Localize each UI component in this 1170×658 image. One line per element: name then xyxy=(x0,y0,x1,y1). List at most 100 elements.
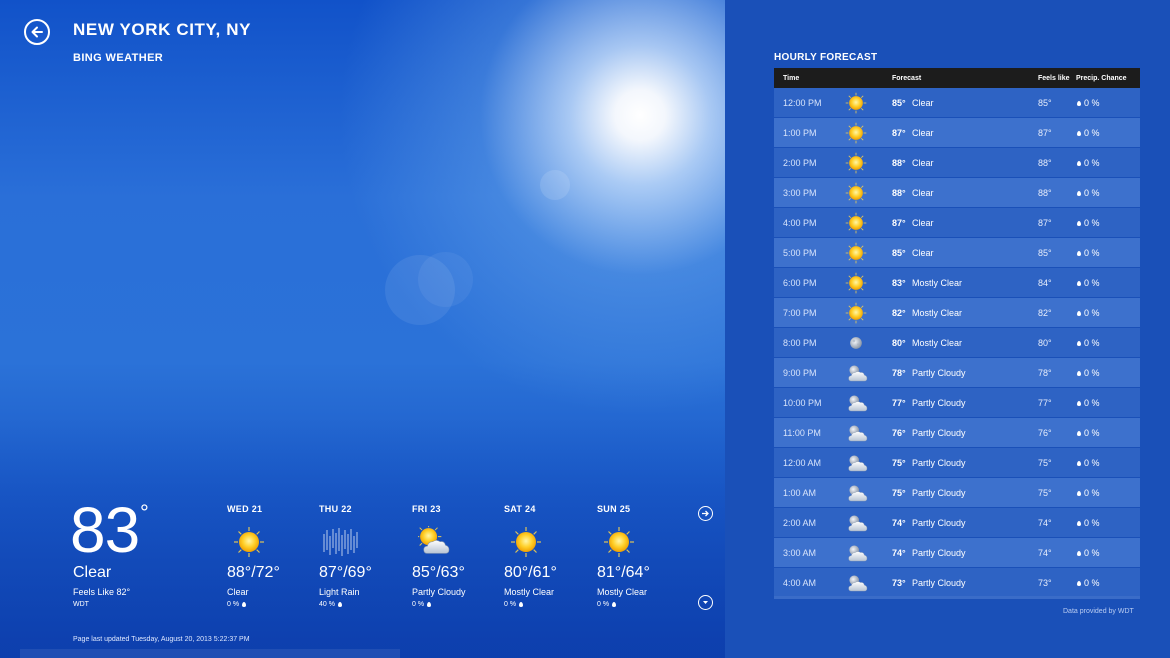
horizontal-scrollbar[interactable] xyxy=(20,649,400,658)
hour-temperature: 87° xyxy=(892,127,906,138)
hour-feels-like: 85° xyxy=(1038,247,1052,258)
hourly-row[interactable]: 6:00 PM 83° Mostly Clear 84° 0 % xyxy=(774,268,1140,298)
hour-time: 3:00 AM xyxy=(783,547,817,558)
city-title: NEW YORK CITY, NY xyxy=(73,20,252,39)
hour-condition: Clear xyxy=(912,187,934,198)
hour-time: 8:00 PM xyxy=(783,337,817,348)
day-temperature: 85°/63° xyxy=(412,564,465,581)
back-button[interactable] xyxy=(24,19,50,45)
hourly-row[interactable]: 9:00 PM 78° Partly Cloudy 78° 0 % xyxy=(774,358,1140,388)
hourly-row[interactable]: 10:00 PM 77° Partly Cloudy 77° 0 % xyxy=(774,388,1140,418)
raindrop-icon xyxy=(1077,370,1081,376)
hourly-row[interactable]: 1:00 AM 75° Partly Cloudy 75° 0 % xyxy=(774,478,1140,508)
day-name: THU 22 xyxy=(319,504,352,514)
hour-feels-like: 87° xyxy=(1038,217,1052,228)
raindrop-icon xyxy=(1077,400,1081,406)
raindrop-icon xyxy=(1077,340,1081,346)
day-precip: 0 % xyxy=(504,601,526,608)
day-condition: Mostly Clear xyxy=(504,587,555,597)
day-temperature: 88°/72° xyxy=(227,564,280,581)
daily-forecast-item[interactable]: FRI 23 85°/63° Partly Cloudy 0 % xyxy=(412,504,502,608)
hour-feels-like: 84° xyxy=(1038,277,1052,288)
night-cloud-icon xyxy=(845,572,869,594)
day-name: WED 21 xyxy=(227,504,263,514)
raindrop-icon xyxy=(1077,520,1081,526)
day-name: SUN 25 xyxy=(597,504,631,514)
last-updated-text: Page last updated Tuesday, August 20, 20… xyxy=(73,636,250,643)
hourly-row[interactable]: 2:00 PM 88° Clear 88° 0 % xyxy=(774,148,1140,178)
hour-feels-like: 88° xyxy=(1038,187,1052,198)
raindrop-icon xyxy=(1077,190,1081,196)
hourly-row[interactable]: 5:00 PM 85° Clear 85° 0 % xyxy=(774,238,1140,268)
raindrop-icon xyxy=(1077,130,1081,136)
hourly-row[interactable]: 7:00 PM 82° Mostly Clear 82° 0 % xyxy=(774,298,1140,328)
next-days-button[interactable] xyxy=(698,506,713,521)
hour-feels-like: 82° xyxy=(1038,307,1052,318)
hourly-scrollbar[interactable] xyxy=(774,596,1140,599)
hour-condition: Clear xyxy=(912,157,934,168)
chevron-down-icon xyxy=(703,601,708,604)
hourly-row[interactable]: 3:00 AM 74° Partly Cloudy 74° 0 % xyxy=(774,538,1140,568)
sun-icon xyxy=(845,181,867,204)
hour-time: 10:00 PM xyxy=(783,397,822,408)
hour-feels-like: 77° xyxy=(1038,397,1052,408)
raindrop-icon xyxy=(242,601,247,607)
hourly-row[interactable]: 12:00 AM 75° Partly Cloudy 75° 0 % xyxy=(774,448,1140,478)
hour-condition: Partly Cloudy xyxy=(912,427,966,438)
hour-precip: 0 % xyxy=(1076,488,1136,498)
day-temperature: 87°/69° xyxy=(319,564,372,581)
header-feels-like: Feels like xyxy=(1038,74,1070,82)
expand-details-button[interactable] xyxy=(698,595,713,610)
raindrop-icon xyxy=(1077,580,1081,586)
daily-forecast-item[interactable]: SUN 25 81°/64° Mostly Clear 0 % xyxy=(597,504,687,608)
hourly-row[interactable]: 2:00 AM 74° Partly Cloudy 74° 0 % xyxy=(774,508,1140,538)
hourly-row[interactable]: 4:00 PM 87° Clear 87° 0 % xyxy=(774,208,1140,238)
sun-icon xyxy=(510,526,542,558)
hour-condition: Mostly Clear xyxy=(912,337,963,348)
hour-temperature: 77° xyxy=(892,397,906,408)
hourly-table: Time Forecast Feels like Precip. Chance … xyxy=(774,68,1140,598)
day-precip: 0 % xyxy=(412,601,434,608)
day-name: SAT 24 xyxy=(504,504,536,514)
night-cloud-icon xyxy=(845,362,869,384)
current-degree-symbol: ° xyxy=(140,500,149,525)
hour-temperature: 87° xyxy=(892,217,906,228)
hour-time: 11:00 PM xyxy=(783,427,821,438)
sun-icon xyxy=(233,526,265,558)
hour-feels-like: 74° xyxy=(1038,547,1052,558)
hour-temperature: 88° xyxy=(892,157,906,168)
hour-feels-like: 75° xyxy=(1038,487,1052,498)
rain-icon xyxy=(323,528,358,556)
daily-forecast-item[interactable]: SAT 24 80°/61° Mostly Clear 0 % xyxy=(504,504,594,608)
moon-icon xyxy=(845,332,867,354)
hour-condition: Partly Cloudy xyxy=(912,367,966,378)
daily-forecast-item[interactable]: THU 22 87°/69° Light Rain 40 % xyxy=(319,504,409,608)
current-condition: Clear xyxy=(73,564,112,581)
night-cloud-icon xyxy=(845,452,869,474)
hour-time: 2:00 PM xyxy=(783,157,817,168)
raindrop-icon xyxy=(612,601,617,607)
hour-temperature: 83° xyxy=(892,277,906,288)
sun-icon xyxy=(845,211,867,234)
hour-temperature: 78° xyxy=(892,367,906,378)
hourly-row[interactable]: 3:00 PM 88° Clear 88° 0 % xyxy=(774,178,1140,208)
raindrop-icon xyxy=(1077,220,1081,226)
hour-time: 12:00 AM xyxy=(783,457,822,468)
hour-temperature: 74° xyxy=(892,547,906,558)
hourly-row[interactable]: 12:00 PM 85° Clear 85° 0 % xyxy=(774,88,1140,118)
sun-icon xyxy=(845,91,867,114)
hour-time: 4:00 PM xyxy=(783,217,817,228)
day-precip: 40 % xyxy=(319,601,345,608)
hourly-row[interactable]: 8:00 PM 80° Mostly Clear 80° 0 % xyxy=(774,328,1140,358)
raindrop-icon xyxy=(337,601,342,607)
hour-temperature: 76° xyxy=(892,427,906,438)
night-cloud-icon xyxy=(845,512,869,534)
hourly-row[interactable]: 4:00 AM 73° Partly Cloudy 73° 0 % xyxy=(774,568,1140,598)
hour-feels-like: 78° xyxy=(1038,367,1052,378)
hour-temperature: 74° xyxy=(892,517,906,528)
hour-time: 2:00 AM xyxy=(783,517,817,528)
hourly-row[interactable]: 11:00 PM 76° Partly Cloudy 76° 0 % xyxy=(774,418,1140,448)
hour-temperature: 75° xyxy=(892,487,906,498)
hourly-row[interactable]: 1:00 PM 87° Clear 87° 0 % xyxy=(774,118,1140,148)
daily-forecast-item[interactable]: WED 21 88°/72° Clear 0 % xyxy=(227,504,317,608)
